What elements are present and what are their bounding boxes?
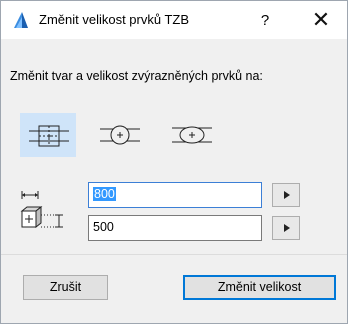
cancel-button[interactable]: Zrušit [23, 275, 108, 300]
height-options-button[interactable] [272, 216, 300, 240]
help-button[interactable]: ? [245, 9, 285, 33]
dialog-title: Změnit velikost prvků TZB [39, 12, 190, 27]
height-input[interactable]: 500 [88, 215, 262, 241]
shape-oval-button[interactable] [164, 113, 220, 157]
resize-dialog: Změnit velikost prvků TZB ? ✕ Změnit tva… [0, 0, 348, 324]
title-bar: Změnit velikost prvků TZB ? ✕ [1, 1, 347, 39]
separator [1, 254, 347, 255]
width-options-button[interactable] [272, 183, 300, 207]
width-value: 800 [93, 187, 116, 201]
dimensions-icon [20, 191, 63, 229]
close-button[interactable]: ✕ [301, 7, 341, 33]
oval-duct-icon [172, 126, 212, 144]
height-value: 500 [93, 220, 114, 234]
archicad-app-icon [14, 12, 28, 28]
shape-rectangular-button[interactable] [20, 113, 76, 157]
prompt-label: Změnit tvar a velikost zvýrazněných prvk… [10, 69, 263, 83]
width-input[interactable]: 800 [88, 182, 262, 208]
resize-button[interactable]: Změnit velikost [183, 275, 336, 300]
rectangular-duct-icon [29, 125, 69, 147]
shape-circular-button[interactable] [92, 113, 148, 157]
circular-duct-icon [100, 125, 140, 145]
